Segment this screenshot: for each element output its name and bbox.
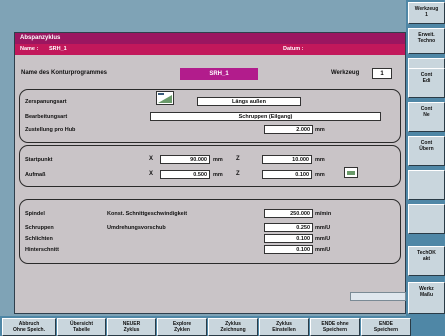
bottom-softkey-8[interactable]: ENDE Speichern	[361, 318, 411, 336]
zerspanungsart-label: Zerspanungsart	[25, 99, 67, 105]
tool-field[interactable]: 1	[372, 68, 392, 79]
vorschub-label: Umdrehungsvorschub	[107, 225, 166, 231]
spindel-mode: Konst. Schnittgeschwindigkeit	[107, 211, 188, 217]
startpunkt-z-field[interactable]: 10.000	[262, 155, 312, 164]
bearbeitungsart-field[interactable]: Schruppen (Eilgang)	[150, 112, 381, 121]
zustellung-unit: mm	[315, 127, 325, 133]
bottom-softkey-3[interactable]: NEUER Zyklus	[107, 318, 156, 336]
startpunkt-label: Startpunkt	[25, 157, 53, 163]
aufmass-x-unit: mm	[213, 172, 223, 178]
spindle-feed-group	[19, 199, 401, 264]
name-bar: Name : SRH_1 Datum :	[15, 44, 405, 55]
schruppen-label: Schruppen	[25, 225, 54, 231]
bearbeitungsart-label: Bearbeitungsart	[25, 114, 68, 120]
dialog-title: Abspanzyklus	[15, 33, 405, 44]
aufmass-z-field[interactable]: 0.100	[262, 170, 312, 179]
right-softkey-10[interactable]: Werkz Maßu	[408, 282, 445, 314]
name-label: Name :	[20, 46, 39, 52]
top-strip	[0, 0, 406, 32]
schlichten-unit: mm/U	[315, 236, 331, 242]
tool-label: Werkzeug	[331, 70, 360, 76]
date-label: Datum :	[283, 46, 304, 52]
allowance-icon[interactable]	[344, 167, 358, 178]
aufmass-x-field[interactable]: 0.500	[160, 170, 210, 179]
machining-type-icon[interactable]	[156, 91, 174, 105]
aufmass-x-axis: X	[149, 171, 154, 177]
schlichten-field[interactable]: 0.100	[264, 234, 313, 243]
right-softkey-1[interactable]: Werkzeug 1	[408, 2, 445, 24]
right-softkey-6[interactable]: Cont Übern	[408, 136, 445, 166]
startpunkt-z-unit: mm	[315, 157, 325, 163]
position-group	[19, 145, 401, 187]
hinterschnitt-field[interactable]: 0.100	[264, 245, 313, 254]
right-softkey-5[interactable]: Cont Ne	[408, 102, 445, 132]
aufmass-z-unit: mm	[315, 172, 325, 178]
zerspanungsart-field[interactable]: Längs außen	[197, 97, 301, 106]
aufmass-z-axis: Z	[236, 171, 240, 177]
startpunkt-x-axis: X	[149, 156, 154, 162]
bottom-softkey-1[interactable]: Abbruch Ohne Speich.	[2, 318, 56, 336]
bottom-softkey-7[interactable]: ENDE ohne Speichern	[310, 318, 360, 336]
schruppen-field[interactable]: 0.250	[264, 223, 313, 232]
bottom-softkey-2[interactable]: Übersicht Tabelle	[57, 318, 106, 336]
zustellung-field[interactable]: 2.000	[264, 125, 313, 134]
program-label: Name des Konturprogrammes	[21, 70, 108, 76]
spindel-field[interactable]: 250.000	[264, 209, 313, 218]
bottom-softkey-5[interactable]: Zyklus Zeichnung	[208, 318, 258, 336]
startpunkt-z-axis: Z	[236, 156, 240, 162]
right-softkey-7[interactable]	[408, 170, 445, 200]
name-value: SRH_1	[49, 46, 67, 52]
aufmass-label: Aufmaß	[25, 172, 46, 178]
cycle-dialog: Abspanzyklus Name : SRH_1 Datum : Name d…	[14, 32, 406, 314]
spindel-unit: m/min	[315, 211, 332, 217]
status-box	[350, 292, 406, 301]
spindel-label: Spindel	[25, 211, 45, 217]
schruppen-unit: mm/U	[315, 225, 331, 231]
schlichten-label: Schlichten	[25, 236, 53, 242]
right-softkey-8[interactable]	[408, 204, 445, 234]
zustellung-label: Zustellung pro Hub	[25, 127, 76, 133]
bottom-softkey-4[interactable]: Explore Zyklen	[157, 318, 207, 336]
right-softkey-9[interactable]: TechOK akt	[408, 246, 445, 276]
bottom-softkey-6[interactable]: Zyklus Einstellen	[259, 318, 309, 336]
hinterschnitt-label: Hinterschnitt	[25, 247, 59, 253]
hinterschnitt-unit: mm/U	[315, 247, 331, 253]
program-value-field[interactable]: SRH_1	[180, 68, 258, 80]
startpunkt-x-unit: mm	[213, 157, 223, 163]
startpunkt-x-field[interactable]: 90.000	[160, 155, 210, 164]
right-softkey-4[interactable]: Cont Edi	[408, 68, 445, 98]
right-softkey-2[interactable]: Erweit. Techno	[408, 28, 445, 54]
